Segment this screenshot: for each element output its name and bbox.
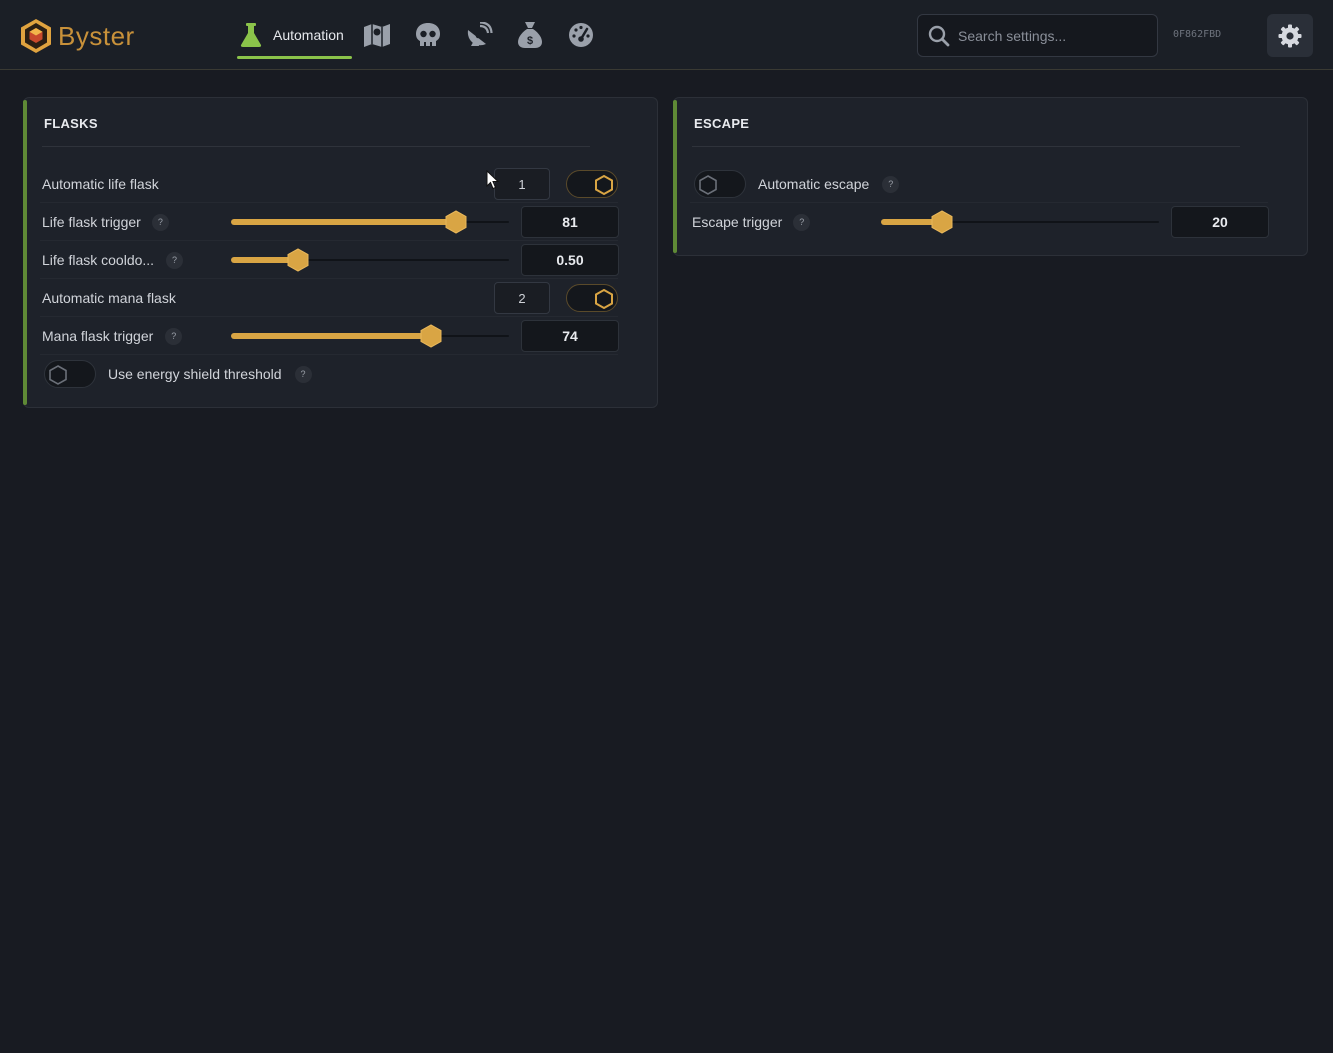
flask-icon: [240, 23, 262, 47]
tab-performance[interactable]: [556, 0, 607, 70]
hexagon-knob-icon: [595, 174, 613, 196]
life-flask-trigger-row: Life flask trigger ?: [42, 203, 169, 241]
flasks-panel: FLASKS Automatic life flask 1 Life flask…: [23, 97, 658, 408]
mana-flask-trigger-slider[interactable]: [231, 324, 509, 348]
auto-mana-flask-toggle[interactable]: [566, 284, 618, 312]
mouse-cursor-icon: [486, 170, 500, 190]
life-flask-trigger-slider[interactable]: [231, 210, 509, 234]
search-input[interactable]: [958, 27, 1148, 44]
radar-icon: [468, 22, 493, 46]
flasks-divider: [42, 146, 590, 147]
auto-life-flask-toggle[interactable]: [566, 170, 618, 198]
auto-escape-row: Automatic escape ?: [758, 165, 900, 203]
tab-radar[interactable]: [454, 0, 505, 70]
help-icon[interactable]: ?: [793, 213, 811, 231]
escape-trigger-value[interactable]: 20: [1171, 206, 1269, 238]
slider-thumb[interactable]: [287, 248, 309, 272]
skull-icon: [416, 23, 441, 46]
life-flask-trigger-label: Life flask trigger: [42, 214, 141, 230]
map-icon: [364, 24, 391, 47]
settings-button[interactable]: [1267, 14, 1313, 57]
main-nav: Automation $: [237, 0, 607, 70]
help-icon[interactable]: ?: [882, 175, 900, 193]
tab-map[interactable]: [352, 0, 403, 70]
energy-shield-toggle[interactable]: [44, 360, 96, 388]
tab-loot[interactable]: $: [505, 0, 556, 70]
escape-trigger-slider[interactable]: [881, 210, 1159, 234]
mana-flask-trigger-row: Mana flask trigger ?: [42, 317, 183, 355]
life-flask-trigger-value[interactable]: 81: [521, 206, 619, 238]
auto-mana-flask-label: Automatic mana flask: [42, 290, 176, 306]
speedometer-icon: [569, 23, 594, 47]
auto-escape-toggle[interactable]: [694, 170, 746, 198]
tab-combat[interactable]: [403, 0, 454, 70]
life-flask-cooldown-row: Life flask cooldo... ?: [42, 241, 184, 279]
hexagon-knob-icon: [595, 288, 613, 310]
top-bar: Byster Automation $ Search settings... 0…: [0, 0, 1333, 70]
life-flask-key-button[interactable]: 1: [494, 168, 550, 200]
slider-thumb[interactable]: [420, 324, 442, 348]
help-icon[interactable]: ?: [166, 251, 184, 269]
escape-trigger-row: Escape trigger ?: [692, 203, 811, 241]
flasks-title: FLASKS: [44, 116, 98, 131]
escape-divider: [692, 146, 1240, 147]
escape-title: ESCAPE: [694, 116, 750, 131]
tab-automation-label: Automation: [273, 27, 344, 43]
app-logo: Byster: [20, 18, 135, 54]
energy-shield-label: Use energy shield threshold: [108, 366, 282, 382]
mana-flask-key-button[interactable]: 2: [494, 282, 550, 314]
device-id: 0F862FBD: [1173, 29, 1222, 40]
mana-flask-trigger-label: Mana flask trigger: [42, 328, 154, 344]
life-flask-cooldown-label: Life flask cooldo...: [42, 252, 155, 268]
escape-trigger-label: Escape trigger: [692, 214, 783, 230]
search-box[interactable]: [917, 14, 1158, 57]
slider-thumb[interactable]: [931, 210, 953, 234]
auto-life-flask-row: Automatic life flask: [42, 165, 159, 203]
gear-icon: [1278, 24, 1302, 47]
hexagon-knob-icon: [699, 175, 717, 195]
auto-life-flask-label: Automatic life flask: [42, 176, 159, 192]
help-icon[interactable]: ?: [294, 365, 312, 383]
energy-shield-row: Use energy shield threshold ?: [108, 355, 312, 393]
life-flask-cooldown-slider[interactable]: [231, 248, 509, 272]
help-icon[interactable]: ?: [151, 213, 169, 231]
escape-panel: ESCAPE Automatic escape ? Escape trigger…: [673, 97, 1308, 256]
svg-text:$: $: [527, 35, 533, 47]
auto-escape-label: Automatic escape: [758, 176, 870, 192]
hexagon-knob-icon: [49, 365, 67, 385]
byster-logo-icon: [21, 19, 51, 53]
auto-mana-flask-row: Automatic mana flask: [42, 279, 176, 317]
tab-automation[interactable]: Automation: [237, 0, 352, 70]
app-name: Byster: [58, 20, 135, 51]
life-flask-cooldown-value[interactable]: 0.50: [521, 244, 619, 276]
mana-flask-trigger-value[interactable]: 74: [521, 320, 619, 352]
slider-thumb[interactable]: [445, 210, 467, 234]
search-icon: [928, 25, 950, 46]
help-icon[interactable]: ?: [165, 327, 183, 345]
money-bag-icon: $: [518, 22, 543, 48]
